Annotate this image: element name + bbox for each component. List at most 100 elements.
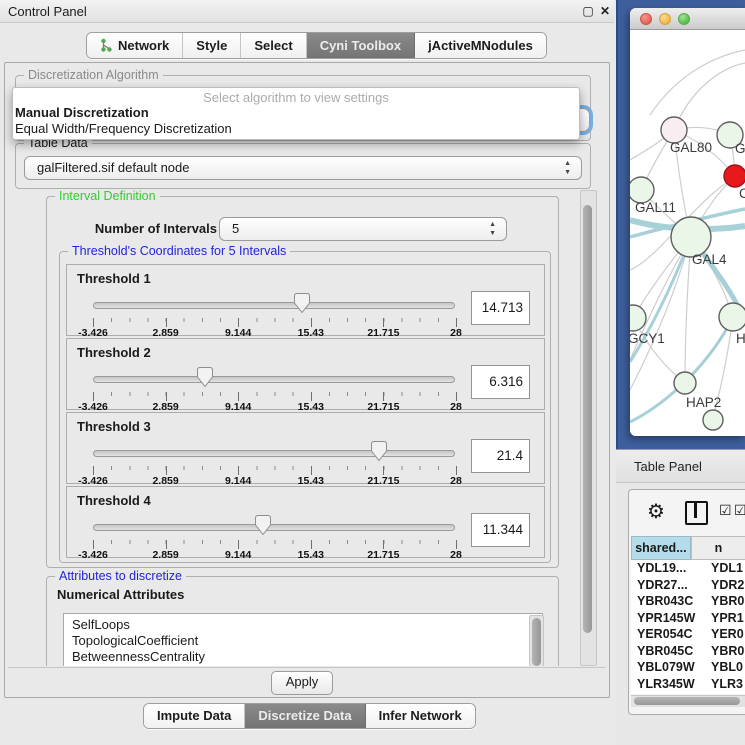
minimize-traffic-light[interactable] bbox=[659, 13, 671, 25]
node-partial[interactable] bbox=[703, 410, 723, 430]
table-row[interactable]: YDL19...YDL1 bbox=[631, 560, 745, 577]
attribute-list-item[interactable]: BetweennessCentrality bbox=[64, 649, 542, 665]
apply-button[interactable]: Apply bbox=[271, 671, 333, 695]
checkbox-icon[interactable]: ☑ bbox=[734, 502, 745, 519]
numerical-attributes-list[interactable]: SelfLoopsTopologicalCoefficientBetweenne… bbox=[63, 613, 543, 666]
node-label: GA bbox=[735, 141, 745, 156]
node-label: C bbox=[739, 186, 745, 201]
threshold-row: Threshold 2 -3.4262.8599.14415.4321.7152… bbox=[66, 338, 545, 410]
node-h[interactable] bbox=[719, 303, 745, 331]
table-row[interactable]: YIL052CYIL0 bbox=[631, 692, 745, 694]
close-traffic-light[interactable] bbox=[640, 13, 652, 25]
tab-discretize-data[interactable]: Discretize Data bbox=[245, 704, 365, 728]
settings-scrollbar-thumb[interactable] bbox=[583, 205, 592, 633]
network-canvas[interactable]: GAL80 GA C GAL11 GAL4 GCY1 H HAP2 bbox=[630, 30, 745, 436]
network-window: GAL80 GA C GAL11 GAL4 GCY1 H HAP2 bbox=[630, 8, 745, 436]
table-hscrollbar-thumb[interactable] bbox=[634, 697, 740, 705]
table-rows: YDL19...YDL1YDR27...YDR2YBR043CYBR0YPR14… bbox=[631, 560, 745, 694]
attribute-list-item[interactable]: TopologicalCoefficient bbox=[64, 633, 542, 649]
slider-thumb[interactable] bbox=[294, 293, 310, 313]
table-row[interactable]: YLR345WYLR3 bbox=[631, 676, 745, 693]
attribute-list-item[interactable]: SelfLoops bbox=[64, 614, 542, 633]
dropdown-option-manual[interactable]: Manual Discretization bbox=[15, 105, 149, 120]
tab-jactivemnodules[interactable]: jActiveMNodules bbox=[415, 33, 546, 58]
slider-track[interactable] bbox=[93, 524, 455, 531]
network-graph: GAL80 GA C GAL11 GAL4 GCY1 H HAP2 bbox=[630, 30, 745, 436]
tab-select[interactable]: Select bbox=[241, 33, 306, 58]
gear-icon[interactable]: ⚙ bbox=[647, 499, 665, 524]
tick-major-icon bbox=[166, 392, 167, 401]
column-header-name[interactable]: n bbox=[691, 536, 745, 560]
tab-cyni-toolbox[interactable]: Cyni Toolbox bbox=[307, 33, 415, 58]
threshold-slider[interactable] bbox=[93, 513, 455, 539]
threshold-value-field[interactable]: 6.316 bbox=[471, 365, 530, 399]
node-label: GAL11 bbox=[635, 200, 676, 215]
cell-shared-name: YBR043C bbox=[631, 593, 707, 610]
slider-track[interactable] bbox=[93, 376, 455, 383]
node-label: HAP2 bbox=[686, 395, 721, 410]
combo-arrows-icon: ▲▼ bbox=[564, 159, 571, 177]
table-row[interactable]: YER054CYER0 bbox=[631, 626, 745, 643]
control-panel: Control Panel ▢ ✕ Network Style Select C… bbox=[0, 0, 614, 745]
tab-network[interactable]: Network bbox=[87, 33, 183, 58]
tab-impute-data[interactable]: Impute Data bbox=[144, 704, 245, 728]
cell-shared-name: YBL079W bbox=[631, 659, 707, 676]
table-row[interactable]: YBL079WYBL0 bbox=[631, 659, 745, 676]
threshold-slider[interactable] bbox=[93, 291, 455, 317]
cell-name: YBR0 bbox=[707, 643, 744, 660]
close-icon[interactable]: ✕ bbox=[598, 4, 612, 18]
node-gcy1[interactable] bbox=[630, 305, 646, 331]
slider-track[interactable] bbox=[93, 450, 455, 457]
table-row[interactable]: YDR27...YDR2 bbox=[631, 577, 745, 594]
cell-name: YPR1 bbox=[707, 610, 744, 627]
table-row[interactable]: YBR045CYBR0 bbox=[631, 643, 745, 660]
network-window-titlebar bbox=[630, 8, 745, 30]
list-scrollbar-thumb[interactable] bbox=[532, 618, 541, 666]
threshold-value-field[interactable]: 21.4 bbox=[471, 439, 530, 473]
tab-label: Select bbox=[254, 33, 292, 58]
cell-shared-name: YLR345W bbox=[631, 676, 707, 693]
tab-label: jActiveMNodules bbox=[428, 33, 533, 58]
slider-track[interactable] bbox=[93, 302, 455, 309]
zoom-traffic-light[interactable] bbox=[678, 13, 690, 25]
table-data-combobox[interactable]: galFiltered.sif default node ▲▼ bbox=[24, 156, 582, 180]
thresholds-group-title: Threshold's Coordinates for 5 Intervals bbox=[68, 244, 290, 258]
num-intervals-spinner[interactable]: 5 ▲▼ bbox=[219, 217, 507, 241]
node-red-selected[interactable] bbox=[724, 165, 745, 187]
cell-name: YLR3 bbox=[707, 676, 743, 693]
slider-thumb[interactable] bbox=[371, 441, 387, 461]
settings-scrollbar[interactable] bbox=[580, 190, 597, 666]
tick-major-icon bbox=[456, 466, 457, 475]
top-tab-bar: Network Style Select Cyni Toolbox jActiv… bbox=[86, 32, 547, 59]
threshold-slider[interactable] bbox=[93, 365, 455, 391]
table-panel-title: Table Panel bbox=[634, 459, 702, 474]
table-row[interactable]: YBR043CYBR0 bbox=[631, 593, 745, 610]
split-columns-divider bbox=[694, 503, 697, 518]
table-row[interactable]: YPR145WYPR1 bbox=[631, 610, 745, 627]
tick-label: 15.43 bbox=[298, 549, 324, 561]
split-columns-icon[interactable] bbox=[685, 501, 708, 525]
table-panel: Table Panel ⚙ ☑ ☑ shared... n YDL19...YD… bbox=[616, 449, 745, 745]
column-header-shared-name[interactable]: shared... bbox=[631, 536, 691, 560]
node-label: GAL4 bbox=[692, 252, 727, 267]
slider-thumb[interactable] bbox=[255, 515, 271, 535]
tick-major-icon bbox=[456, 540, 457, 549]
node-gal4[interactable] bbox=[671, 217, 711, 257]
tick-label: 21.715 bbox=[367, 549, 399, 561]
float-icon[interactable]: ▢ bbox=[581, 4, 595, 18]
list-scrollbar[interactable] bbox=[529, 615, 544, 666]
tick-label: -3.426 bbox=[78, 549, 108, 561]
dropdown-option-equal-width[interactable]: Equal Width/Frequency Discretization bbox=[15, 121, 232, 136]
tab-infer-network[interactable]: Infer Network bbox=[366, 704, 475, 728]
tab-style[interactable]: Style bbox=[183, 33, 241, 58]
cell-shared-name: YIL052C bbox=[631, 692, 707, 694]
threshold-slider[interactable] bbox=[93, 439, 455, 465]
slider-thumb[interactable] bbox=[197, 367, 213, 387]
checkbox-icon[interactable]: ☑ bbox=[719, 502, 732, 519]
table-hscrollbar[interactable] bbox=[631, 695, 745, 707]
node-hap2[interactable] bbox=[674, 372, 696, 394]
threshold-value-field[interactable]: 11.344 bbox=[471, 513, 530, 547]
tick-major-icon bbox=[383, 540, 384, 549]
spinner-arrows-icon: ▲▼ bbox=[489, 220, 496, 238]
threshold-value-field[interactable]: 14.713 bbox=[471, 291, 530, 325]
